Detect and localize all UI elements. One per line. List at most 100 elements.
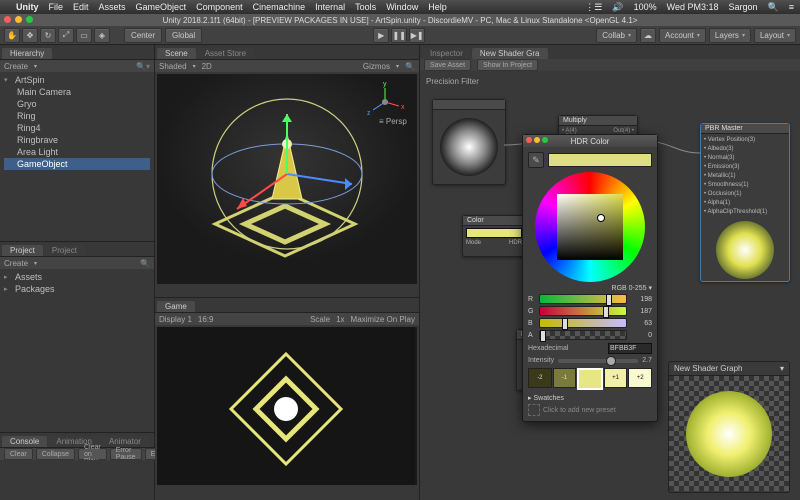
menu-assets[interactable]: Assets [99, 2, 126, 12]
asset-store-tab[interactable]: Asset Store [197, 48, 254, 59]
menu-tools[interactable]: Tools [355, 2, 376, 12]
scale-tool[interactable]: ⤢ [58, 28, 74, 43]
console-tab[interactable]: Console [2, 436, 47, 447]
scene-2d-toggle[interactable]: 2D [202, 62, 212, 71]
chevron-down-icon[interactable]: ▾ [780, 364, 784, 373]
wifi-icon[interactable]: ⋮☰ [585, 2, 602, 13]
layout-dropdown[interactable]: Layout [754, 28, 796, 43]
console-clear-button[interactable]: Clear [4, 448, 33, 460]
menu-window[interactable]: Window [386, 2, 418, 12]
add-swatch-button[interactable] [528, 404, 540, 416]
hierarchy-create-dropdown[interactable]: Create [4, 62, 28, 71]
pause-button[interactable]: ❚❚ [391, 28, 407, 43]
exposure-preset[interactable]: -2 [528, 368, 552, 388]
hierarchy-item[interactable]: Ring [17, 111, 36, 121]
user-name[interactable]: Sargon [728, 2, 757, 12]
hdr-color-picker-window[interactable]: HDR Color ✎ RGB 0-255 ▾ R198 G187 B63 A0… [522, 134, 658, 422]
pbr-master-node[interactable]: PBR Master • Vertex Position(3) • Albedo… [700, 123, 790, 282]
hierarchy-search[interactable]: 🔍▾ [136, 62, 150, 71]
hex-input[interactable] [608, 343, 652, 354]
hierarchy-item[interactable]: Ring4 [17, 123, 41, 133]
move-tool[interactable]: ✥ [22, 28, 38, 43]
scene-viewport[interactable]: x y z ≡ Persp [157, 74, 417, 284]
collab-dropdown[interactable]: Collab [596, 28, 637, 43]
exposure-preset[interactable]: -1 [553, 368, 577, 388]
zoom-window-button[interactable] [26, 16, 33, 23]
project-tab[interactable]: Project [2, 245, 43, 256]
step-button[interactable]: ▶❚ [409, 28, 425, 43]
game-display-dropdown[interactable]: Display 1 [159, 315, 192, 324]
exposure-preset[interactable]: +2 [628, 368, 652, 388]
menu-cinemachine[interactable]: Cinemachine [253, 2, 306, 12]
swatches-label[interactable]: Swatches [533, 395, 563, 402]
scene-root[interactable]: ArtSpin [15, 75, 45, 85]
eyedropper-button[interactable]: ✎ [528, 152, 544, 168]
app-menu[interactable]: Unity [16, 2, 39, 12]
console-error-pause-button[interactable]: Error Pause [110, 448, 142, 460]
minimize-window-button[interactable] [15, 16, 22, 23]
b-slider[interactable] [539, 318, 627, 328]
a-slider[interactable] [539, 330, 627, 340]
notifications-icon[interactable]: ≡ [789, 2, 794, 12]
rect-tool[interactable]: ▭ [76, 28, 92, 43]
inspector-tab[interactable]: Inspector [422, 48, 471, 59]
hdr-close-button[interactable] [526, 137, 532, 143]
project-search[interactable]: 🔍 [140, 259, 150, 268]
intensity-slider[interactable] [558, 359, 638, 363]
game-maximize-toggle[interactable]: Maximize On Play [351, 315, 415, 324]
shader-graph-tab[interactable]: New Shader Gra [472, 48, 548, 59]
hierarchy-item[interactable]: Main Camera [17, 87, 71, 97]
color-wheel[interactable] [535, 172, 645, 282]
transform-tool[interactable]: ◈ [94, 28, 110, 43]
menu-component[interactable]: Component [196, 2, 243, 12]
hierarchy-item[interactable]: Ringbrave [17, 135, 58, 145]
volume-icon[interactable]: 🔊 [612, 2, 623, 13]
exposure-preset[interactable]: +1 [604, 368, 628, 388]
close-window-button[interactable] [4, 16, 11, 23]
color-mode-dropdown[interactable]: RGB 0-255 ▾ [612, 285, 652, 292]
r-slider[interactable] [539, 294, 627, 304]
project-create-dropdown[interactable]: Create [4, 259, 28, 268]
color-node[interactable]: Color ModeHDR [462, 215, 526, 257]
hierarchy-item[interactable]: Area Light [17, 147, 58, 157]
spotlight-icon[interactable]: 🔍 [768, 2, 779, 13]
menu-gameobject[interactable]: GameObject [136, 2, 187, 12]
clock[interactable]: Wed PM3:18 [667, 2, 719, 12]
menu-internal[interactable]: Internal [315, 2, 345, 12]
game-viewport[interactable] [157, 327, 417, 485]
hdr-minimize-button[interactable] [534, 137, 540, 143]
menu-edit[interactable]: Edit [73, 2, 89, 12]
project-folder-assets[interactable]: Assets [15, 272, 42, 282]
console-collapse-button[interactable]: Collapse [36, 448, 75, 460]
pivot-toggle[interactable]: Center [124, 28, 162, 43]
project-folder-packages[interactable]: Packages [15, 284, 55, 294]
play-button[interactable]: ▶ [373, 28, 389, 43]
exposure-preset-current[interactable] [577, 368, 603, 390]
color-swatch[interactable] [466, 228, 522, 238]
hierarchy-item-selected[interactable]: GameObject [17, 159, 68, 169]
scene-search[interactable]: 🔍 [405, 62, 415, 71]
hand-tool[interactable]: ✋ [4, 28, 20, 43]
gradient-node[interactable] [432, 99, 506, 185]
g-slider[interactable] [539, 306, 627, 316]
hdr-zoom-button[interactable] [542, 137, 548, 143]
game-aspect-dropdown[interactable]: 16:9 [198, 315, 214, 324]
hierarchy-item[interactable]: Gryo [17, 99, 37, 109]
space-toggle[interactable]: Global [165, 28, 202, 43]
animator-tab[interactable]: Animator [101, 436, 149, 447]
console-clear-on-play-button[interactable]: Clear on Play [78, 448, 107, 460]
cloud-button[interactable]: ☁ [640, 28, 656, 43]
scene-gizmos-dropdown[interactable]: Gizmos [363, 62, 390, 71]
save-asset-button[interactable]: Save Asset [424, 59, 471, 71]
account-dropdown[interactable]: Account [659, 28, 706, 43]
show-in-project-button[interactable]: Show In Project [477, 59, 538, 71]
menu-help[interactable]: Help [428, 2, 447, 12]
menu-file[interactable]: File [49, 2, 64, 12]
rotate-tool[interactable]: ↻ [40, 28, 56, 43]
shader-preview-panel[interactable]: New Shader Graph ▾ [668, 361, 790, 493]
scene-shading-dropdown[interactable]: Shaded [159, 62, 187, 71]
color-wheel-handle[interactable] [597, 214, 605, 222]
project-tab-2[interactable]: Project [44, 245, 85, 256]
layers-dropdown[interactable]: Layers [709, 28, 751, 43]
game-tab[interactable]: Game [157, 301, 195, 312]
